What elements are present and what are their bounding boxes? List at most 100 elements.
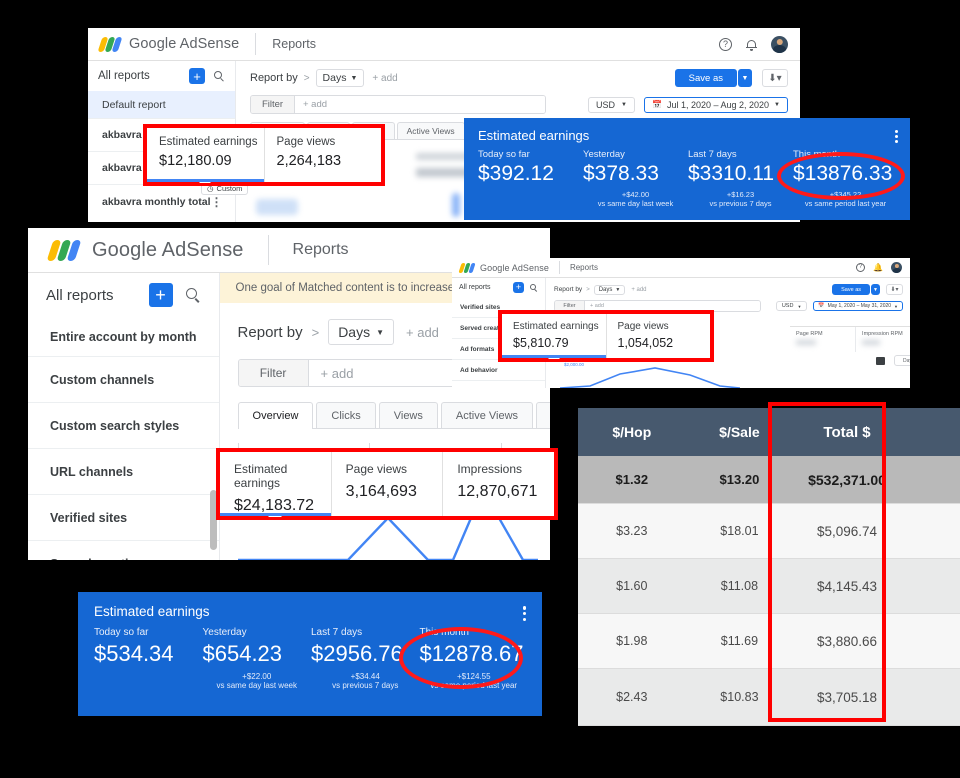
download-icon[interactable]: ⬇▾ <box>886 284 903 295</box>
callout-small-window: Estimated earnings $5,810.79 Page views … <box>498 310 714 362</box>
report-by-row-top: Report by > Days ▼ + add Save as ▼ ⬇▾ <box>236 61 800 87</box>
metric-page-views[interactable]: Page views 2,264,183 <box>265 128 382 182</box>
col-value: $654.23 <box>202 641 283 666</box>
add-dimension-button[interactable]: + add <box>631 287 646 293</box>
search-icon[interactable] <box>214 70 225 82</box>
save-as-button[interactable]: Save as <box>674 69 737 87</box>
metric-estimated-earnings[interactable]: Estimated earnings $5,810.79 <box>502 314 607 359</box>
currency-selector[interactable]: USD ▼ <box>588 96 635 113</box>
save-as-dropdown[interactable]: ▼ <box>738 69 752 87</box>
google-adsense-logo[interactable]: Google AdSense <box>97 36 239 52</box>
google-adsense-logo[interactable]: Google AdSense <box>458 262 549 273</box>
tab-label: Overview <box>252 409 299 422</box>
col-compare: vs previous 7 days <box>332 681 399 690</box>
chevron-right-icon: > <box>303 72 310 84</box>
tab-label: Active Views <box>406 126 455 136</box>
currency-label: USD <box>781 303 794 309</box>
brand-name: Google AdSense <box>480 262 549 273</box>
search-icon[interactable] <box>530 283 538 292</box>
kebab-menu-icon[interactable] <box>522 606 526 621</box>
header-section-title: Reports <box>292 241 349 258</box>
column-header-hop[interactable]: $/Hop <box>578 408 686 456</box>
save-as-dropdown[interactable]: ▼ <box>871 284 880 295</box>
tab-active-views[interactable]: Active Views <box>440 402 534 428</box>
sidebar-header-mid: All reports + <box>28 273 219 317</box>
filter-placeholder: + add <box>590 303 604 309</box>
currency-selector[interactable]: USD ▼ <box>775 301 808 311</box>
sidebar-item-label: Verified sites <box>460 303 501 311</box>
col-value: $392.12 <box>478 162 554 185</box>
metric-page-views[interactable]: Page views 1,054,052 <box>607 314 711 358</box>
metric-estimated-earnings[interactable]: Estimated earnings $24,183.72 <box>220 452 332 517</box>
report-by-label: Report by <box>237 323 303 341</box>
header-divider <box>255 33 257 55</box>
help-icon[interactable]: ? <box>719 37 732 51</box>
dimension-label: Days <box>598 286 613 293</box>
date-range-label: Jul 1, 2020 – Aug 2, 2020 <box>666 99 770 110</box>
earnings-card-title: Estimated earnings <box>478 128 590 143</box>
currency-label: USD <box>596 99 616 110</box>
dimension-selector[interactable]: Days ▼ <box>328 319 395 345</box>
cell-hop: $1.98 <box>616 634 648 648</box>
callout-cells-top: Estimated earnings $12,180.09 Page views… <box>147 128 382 183</box>
add-report-button[interactable]: + <box>148 283 173 307</box>
chevron-down-icon: ▼ <box>615 286 621 293</box>
sidebar-item-custom-search-styles[interactable]: Custom search styles <box>28 403 219 449</box>
col-label: Today so far <box>94 627 149 638</box>
filter-bar-top[interactable]: Filter + add <box>250 95 546 114</box>
tab-engagements[interactable]: Engagements <box>536 402 550 428</box>
sidebar-item-ad-behavior[interactable]: Ad behavior <box>452 360 545 381</box>
column-value-blurred <box>862 340 881 345</box>
tab-clicks[interactable]: Clicks <box>316 402 376 428</box>
sidebar-item-url-channels[interactable]: URL channels <box>28 449 219 495</box>
search-icon[interactable] <box>185 287 201 303</box>
tab-label: Views <box>393 409 423 422</box>
kebab-menu-icon[interactable] <box>895 130 898 143</box>
sidebar-item-default-report[interactable]: Default report <box>88 91 235 119</box>
date-range-selector[interactable]: 📅 Jul 1, 2020 – Aug 2, 2020 ▼ <box>643 96 788 113</box>
date-range-selector[interactable]: 📅 May 1, 2020 – May 31, 2020 ▼ <box>813 301 903 311</box>
comment-icon[interactable] <box>876 356 885 365</box>
sidebar-item-label: akbavra monthly total <box>102 195 211 208</box>
report-by-label: Report by <box>250 72 298 84</box>
column-header-extra[interactable] <box>901 408 960 456</box>
col-value: $3310.11 <box>688 162 775 185</box>
sidebar-item-served-creatives[interactable]: Served creatives <box>28 541 219 560</box>
dimension-label: Days <box>338 324 371 340</box>
filter-label: Filter <box>238 360 309 386</box>
google-adsense-logo[interactable]: Google AdSense <box>46 239 244 262</box>
sidebar-item-custom-channels[interactable]: Custom channels <box>28 357 219 403</box>
col-delta: +$345.22 <box>829 190 862 199</box>
download-icon[interactable]: ⬇▾ <box>762 69 788 87</box>
filter-input[interactable]: + add <box>295 96 545 113</box>
col-value: $13876.33 <box>793 162 893 185</box>
sidebar-item-entire-account-by-month[interactable]: Entire account by month <box>28 317 219 357</box>
save-as-button[interactable]: Save as <box>832 284 870 295</box>
sidebar-mid: All reports + Entire account by month Cu… <box>28 273 220 560</box>
row-menu-icon[interactable]: ⋮ <box>211 196 223 208</box>
help-icon[interactable]: ? <box>856 263 866 272</box>
add-dimension-button[interactable]: + add <box>406 325 439 340</box>
notifications-bell-icon[interactable]: 🔔 <box>873 263 883 272</box>
tab-views[interactable]: Views <box>378 402 438 428</box>
dimension-selector[interactable]: Days ▼ <box>315 69 365 87</box>
add-dimension-button[interactable]: + add <box>372 73 397 84</box>
avatar[interactable] <box>891 262 902 273</box>
earnings-col-today: Today so far $534.34 <box>94 627 203 690</box>
metric-estimated-earnings[interactable]: Estimated earnings $12,180.09 <box>147 128 265 183</box>
tab-active-views[interactable]: Active Views <box>396 122 465 139</box>
add-report-button[interactable]: + <box>189 68 205 84</box>
column-value-blurred <box>796 340 816 345</box>
granularity-day[interactable]: Day <box>894 355 910 366</box>
metric-impressions[interactable]: Impressions 12,870,671 <box>443 452 554 516</box>
metric-page-views[interactable]: Page views 3,164,693 <box>332 452 444 516</box>
sidebar-item-verified-sites[interactable]: Verified sites <box>28 495 219 541</box>
tab-overview[interactable]: Overview <box>237 402 314 429</box>
add-report-button[interactable]: + <box>513 282 524 293</box>
header-section-title: Reports <box>569 263 598 272</box>
dimension-selector[interactable]: Days ▼ <box>593 284 626 295</box>
column-impression-rpm: Impression RPM <box>856 327 910 352</box>
avatar[interactable] <box>771 35 788 53</box>
all-reports-label: All reports <box>98 70 150 82</box>
notifications-bell-icon[interactable] <box>746 38 757 51</box>
